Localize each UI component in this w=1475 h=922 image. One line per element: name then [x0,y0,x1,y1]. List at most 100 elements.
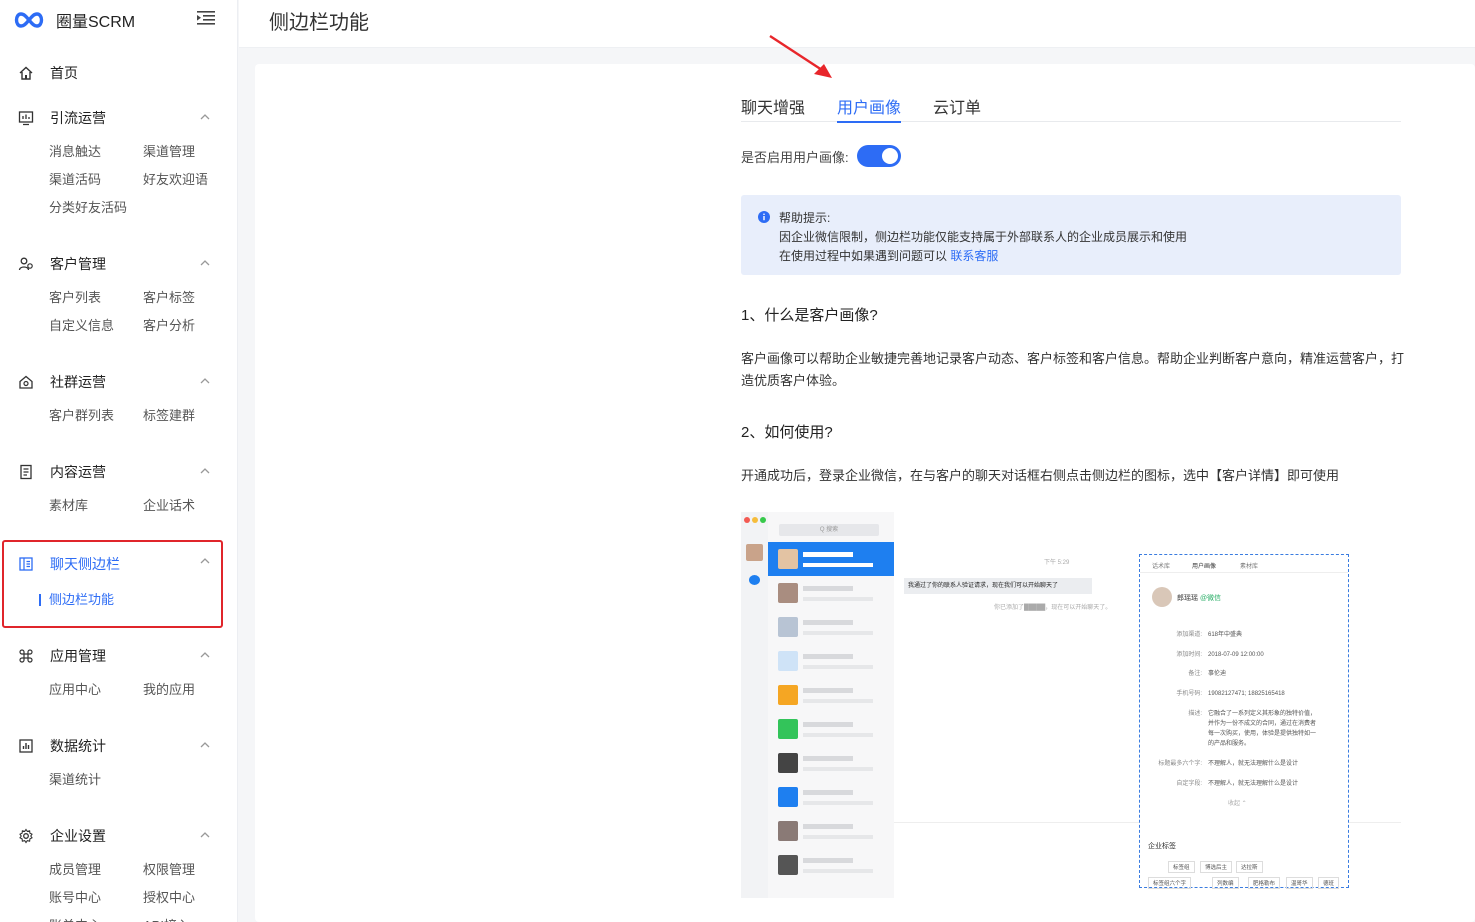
chevron-up-icon [200,832,210,838]
shot-field-value: 19082127471; 18825165418 [1208,691,1285,697]
shot-chat-icon [749,575,760,585]
shot-field: 添加渠道: 618年中盛典 [1148,629,1242,638]
shot-field-value: 不理解人，就无法理解什么是设计 [1208,761,1299,767]
chevron-up-icon [200,468,210,474]
tab-cloud-order[interactable]: 云订单 [933,94,981,122]
nav-item-channel-stats[interactable]: 渠道统计 [49,766,143,794]
shot-field: 备注: 事伦迪 [1148,668,1226,677]
page-title: 侧边栏功能 [269,12,369,34]
shot-field-value: 事伦迪 [1208,671,1227,677]
shot-field-key: 标题最多六个字: [1158,761,1202,767]
monitor-chart-icon [18,111,34,126]
shot-wechat-tag: @微信 [1199,595,1222,602]
nav-section-title: 客户管理 [50,256,106,272]
nav-item-material-library[interactable]: 素材库 [49,492,143,520]
nav-item-channel-qrcode[interactable]: 渠道活码 [49,166,143,194]
shot-field-value: 618年中盛典 [1208,632,1243,638]
shot-field-key: 添加时间: [1176,652,1202,658]
shot-row [768,644,894,678]
nav-item-customer-tags[interactable]: 客户标签 [143,284,237,312]
nav-section-head-content[interactable]: 内容运营 [0,452,237,492]
nav-item-group-list[interactable]: 客户群列表 [49,402,143,430]
nav-section-head-settings[interactable]: 企业设置 [0,816,237,856]
shot-field-value: 2018-07-09 12:00:00 [1208,652,1264,658]
shot-row [768,542,894,576]
nav-item-channel-manage[interactable]: 渠道管理 [143,138,237,166]
nav-section-title: 数据统计 [50,738,106,754]
nav-item-category-qrcode[interactable]: 分类好友活码 [49,194,143,222]
shot-field: 标题最多六个字: 不理解人，就无法理解什么是设计 [1148,758,1298,767]
chevron-up-icon [200,558,210,564]
chevron-up-icon [200,260,210,266]
help-title: 帮助提示: [779,211,831,225]
nav-section-head-chat-sidebar[interactable]: 聊天侧边栏 [4,542,221,586]
tab-chat-enhance[interactable]: 聊天增强 [741,94,805,122]
info-icon [758,211,770,223]
nav-item-auth-center[interactable]: 授权中心 [143,884,237,912]
nav-item-sidebar-features[interactable]: 侧边栏功能 [39,586,133,614]
nav-section-head-traffic[interactable]: 引流运营 [0,98,237,138]
question-2: 2、如何使用? [741,424,833,441]
enable-profile-switch[interactable] [856,145,901,167]
nav-section-content: 内容运营 素材库 企业话术 [0,452,237,534]
shot-name-text: 郎瑶瑶 [1177,595,1198,602]
feature-tabs: 聊天增强 用户画像 云订单 [741,94,1401,123]
shot-field: 手机号码: 19082127471; 18825165418 [1148,688,1285,697]
nav-section-community: 社群运营 客户群列表 标签建群 [0,362,237,444]
nav-item-billing-center[interactable]: 账单中心 [49,912,143,922]
nav-item-account-center[interactable]: 账号中心 [49,884,143,912]
nav-section-head-stats[interactable]: 数据统计 [0,726,237,766]
nav-item-permissions[interactable]: 权限管理 [143,856,237,884]
shot-row [768,576,894,610]
shot-tag-title: 企业标签 [1148,843,1176,850]
command-icon [19,649,33,663]
nav-item-custom-info[interactable]: 自定义信息 [49,312,143,340]
users-icon [18,257,33,271]
document-icon [20,464,32,480]
bar-chart-icon [19,739,33,753]
nav-item-tag-group[interactable]: 标签建群 [143,402,237,430]
sidebar: 圈量SCRM 首页 引流运营 消息触达 渠道管理 渠道活码 好友欢迎语 分类好友… [0,0,238,922]
nav-section-head-community[interactable]: 社群运营 [0,362,237,402]
nav-home[interactable]: 首页 [0,50,237,96]
shot-panel-tab: 素材库 [1240,564,1259,570]
nav-item-my-apps[interactable]: 我的应用 [143,676,237,704]
nav-section-head-apps[interactable]: 应用管理 [0,636,237,676]
shot-profile-name: 郎瑶瑶 @微信 [1177,593,1221,603]
topbar: 侧边栏功能 [239,0,1475,48]
shot-tag: 达拉斯 [1236,861,1263,873]
nav-item-enterprise-scripts[interactable]: 企业话术 [143,492,237,520]
shot-field-key: 添加渠道: [1176,632,1202,638]
nav-item-message-reach[interactable]: 消息触达 [49,138,143,166]
shot-row [768,678,894,712]
shot-field-value: 它融合了一系列定义其形象的独特价值， [1208,711,1317,717]
shot-app-rail [741,512,768,898]
nav-section-head-customer[interactable]: 客户管理 [0,244,237,284]
shot-row [768,814,894,848]
nav-item-customer-list[interactable]: 客户列表 [49,284,143,312]
nav-section-stats: 数据统计 渠道统计 [0,726,237,808]
shot-field-key: 自定字段: [1176,781,1202,787]
answer-1: 客户画像可以帮助企业敏捷完善地记录客户动态、客户标签和客户信息。帮助企业判断客户… [741,351,1405,388]
shot-row [768,712,894,746]
shot-profile-avatar [1152,587,1172,607]
tab-user-profile[interactable]: 用户画像 [837,94,902,123]
shot-system-msg: 你已添加了█████，现在可以开始聊天了。 [994,605,1112,611]
nav-item-customer-analysis[interactable]: 客户分析 [143,312,237,340]
nav-item-members[interactable]: 成员管理 [49,856,143,884]
shot-field-value: 的产品和服务。 [1208,741,1251,747]
shot-search: Q 搜索 [779,524,879,536]
collapse-menu-icon[interactable] [197,10,217,26]
shot-collapse: 收起 ⌃ [1228,801,1247,807]
brand: 圈量SCRM [0,0,237,40]
nav-section-title: 聊天侧边栏 [50,556,120,572]
nav-item-api-access[interactable]: API接入 [143,912,237,922]
nav-item-welcome-msg[interactable]: 好友欢迎语 [143,166,237,194]
nav-item-app-center[interactable]: 应用中心 [49,676,143,704]
nav-menu: 首页 引流运营 消息触达 渠道管理 渠道活码 好友欢迎语 分类好友活码 客户管理 [0,40,237,922]
nav-section-title: 社群运营 [50,374,106,390]
switch-knob [881,148,898,164]
shot-bubble: 我通过了你的联系人验证请求，现在我们可以开始聊天了 [904,578,1092,594]
contact-support-link[interactable]: 联系客服 [950,249,998,263]
home-icon [19,66,33,80]
